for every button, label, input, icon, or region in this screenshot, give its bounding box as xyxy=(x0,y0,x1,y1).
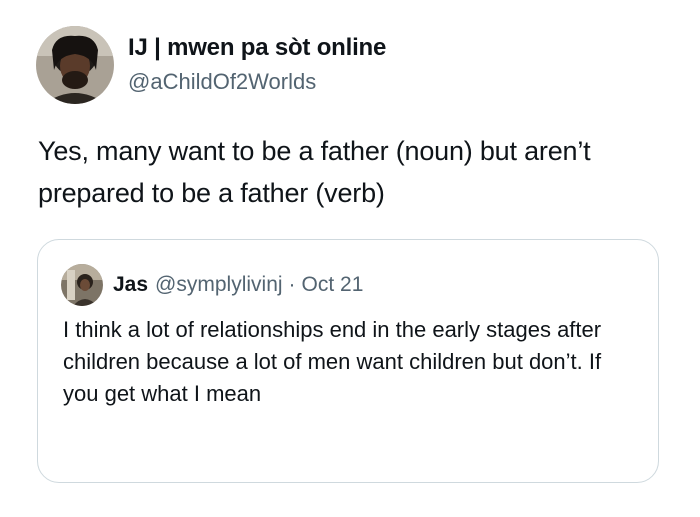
author-avatar[interactable] xyxy=(36,26,114,104)
tweet[interactable]: IJ | mwen pa sòt online @aChildOf2Worlds… xyxy=(0,0,700,517)
author-display-name[interactable]: IJ | mwen pa sòt online xyxy=(128,33,386,63)
avatar-photo-icon xyxy=(36,26,114,104)
tweet-text: Yes, many want to be a father (noun) but… xyxy=(38,136,591,208)
author-handle[interactable]: @aChildOf2Worlds xyxy=(128,67,386,97)
quoted-tweet-header: Jas @symplylivinj · Oct 21 xyxy=(61,264,363,306)
quoted-tweet-text: I think a lot of relationships end in th… xyxy=(63,317,602,406)
quoted-author-avatar[interactable] xyxy=(61,264,103,306)
quoted-tweet-date[interactable]: Oct 21 xyxy=(302,271,364,299)
avatar-photo-icon xyxy=(61,264,103,306)
quoted-separator: · xyxy=(288,273,296,296)
quoted-tweet[interactable]: Jas @symplylivinj · Oct 21 I think a lot… xyxy=(37,239,659,483)
quoted-author-handle[interactable]: @symplylivinj xyxy=(155,271,283,299)
tweet-header: IJ | mwen pa sòt online @aChildOf2Worlds xyxy=(36,26,386,104)
quoted-author-display-name[interactable]: Jas xyxy=(113,271,148,299)
